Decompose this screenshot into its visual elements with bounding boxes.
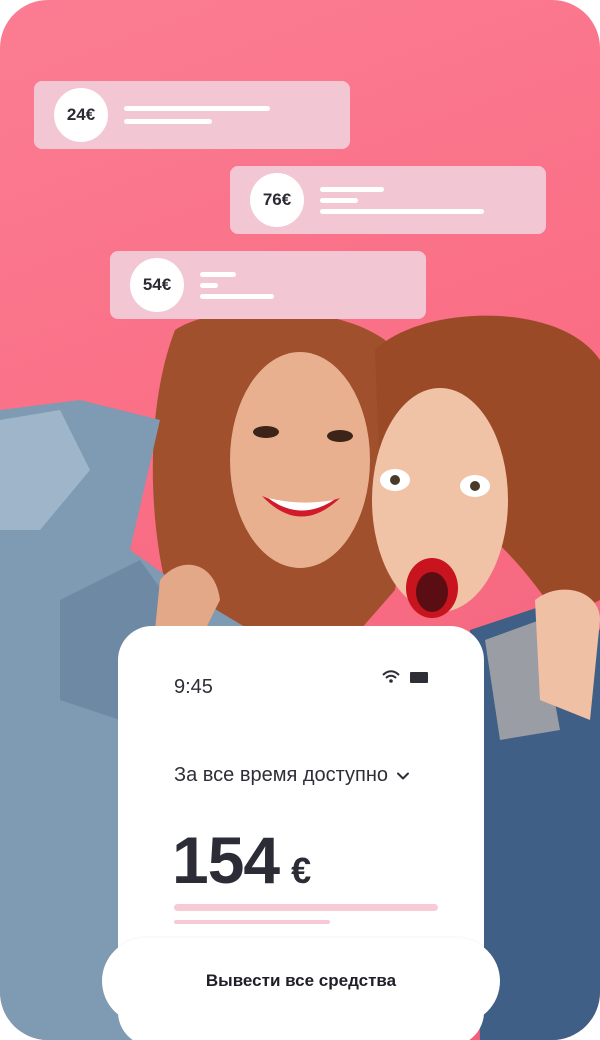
status-time: 9:45	[174, 676, 213, 698]
notification-amount: 24€	[54, 88, 108, 142]
status-icons	[382, 670, 428, 684]
chevron-down-icon	[397, 772, 410, 779]
period-dropdown[interactable]: За все время доступно	[174, 764, 410, 787]
notification-amount: 54€	[130, 258, 184, 312]
placeholder-bar	[174, 920, 330, 924]
period-label: За все время доступно	[174, 764, 389, 786]
placeholder-bar	[174, 904, 438, 911]
placeholder-lines	[200, 271, 274, 299]
wifi-icon	[382, 670, 400, 683]
balance-amount: 154 €	[172, 822, 311, 898]
placeholder-lines	[320, 186, 484, 214]
withdraw-all-button[interactable]: Вывести все средства	[102, 938, 500, 1024]
placeholder-lines	[124, 106, 270, 124]
battery-icon	[410, 671, 428, 683]
balance-currency: €	[291, 850, 312, 891]
notification-chip: 76€	[230, 166, 546, 234]
promo-frame: 24€ 76€ 54€ 9:45 За все время доступно 1…	[0, 0, 600, 1040]
balance-value: 154	[172, 823, 280, 897]
notification-amount: 76€	[250, 173, 304, 227]
notification-chip: 24€	[34, 81, 350, 149]
notification-chip: 54€	[110, 251, 426, 319]
